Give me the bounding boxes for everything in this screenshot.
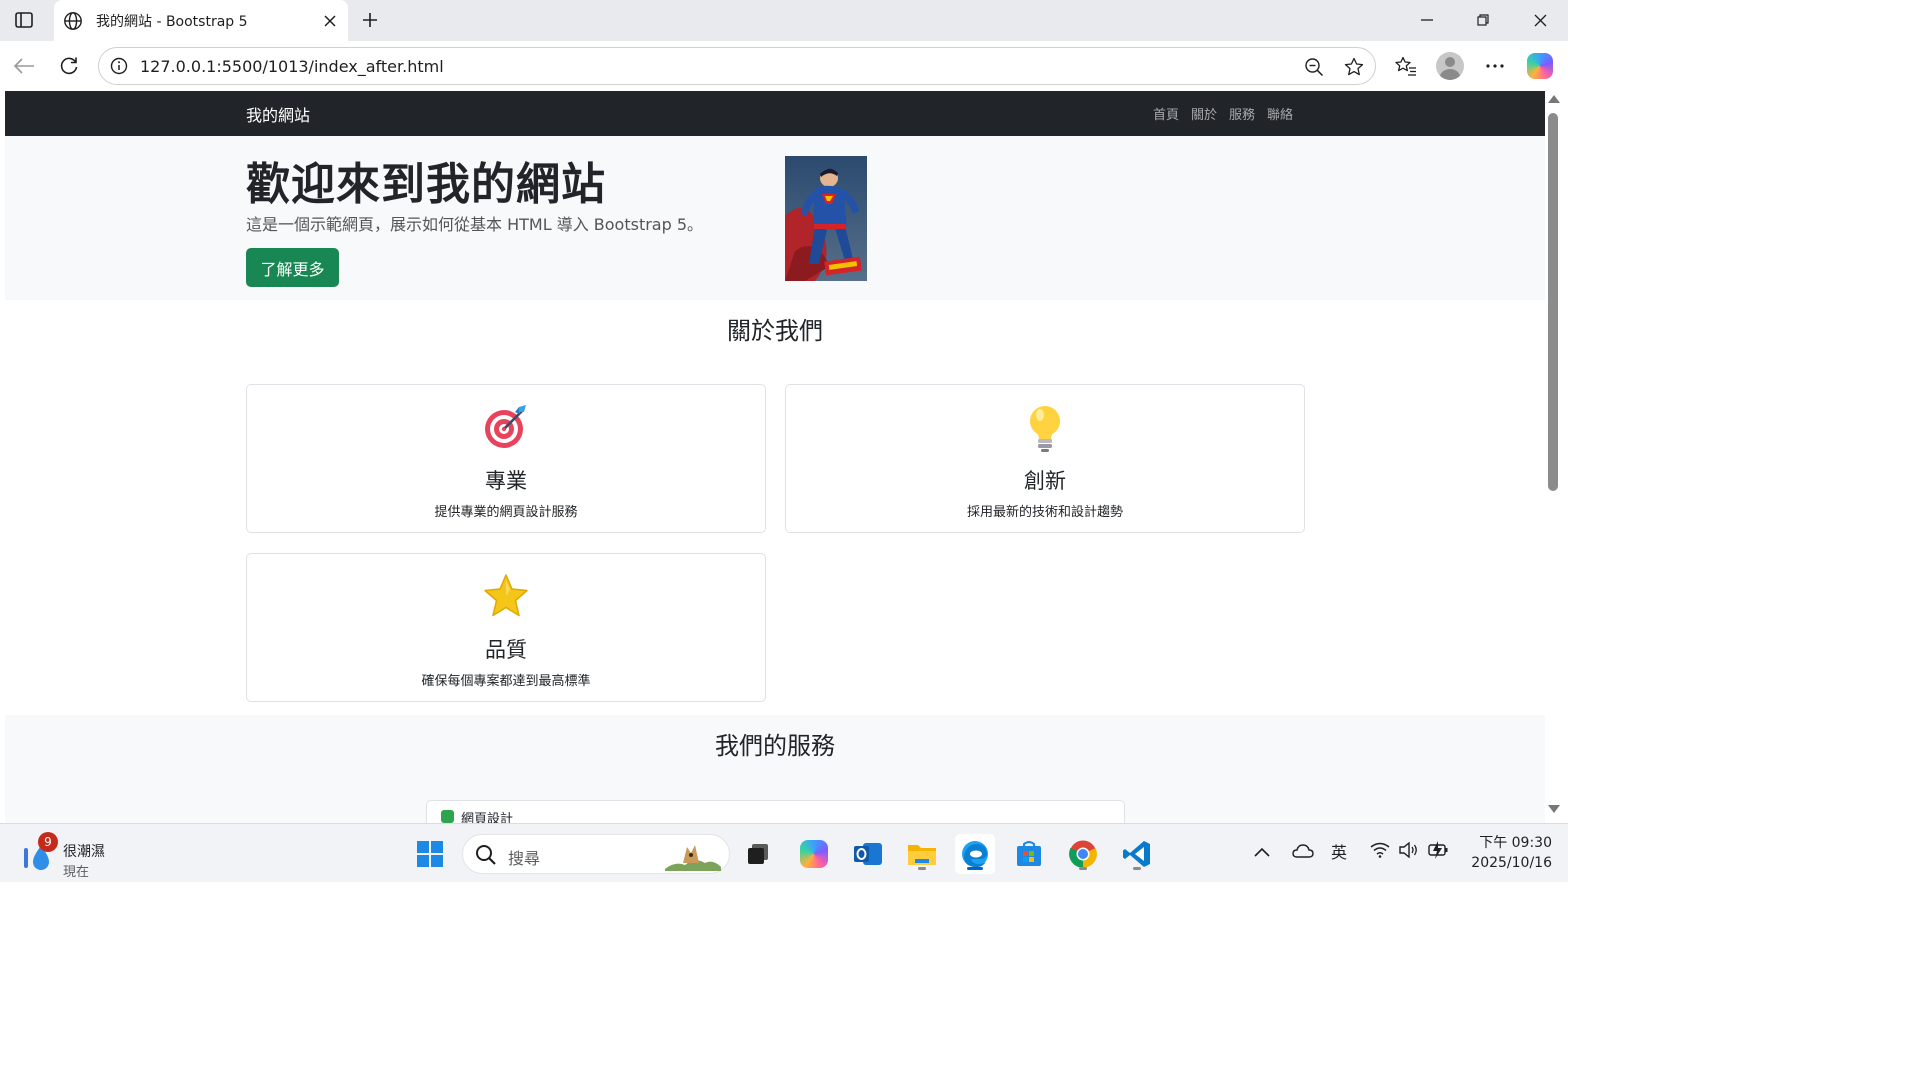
minimize-icon[interactable]: [1407, 6, 1447, 34]
address-bar: 127.0.0.1:5500/1013/index_after.html: [0, 41, 1568, 91]
lightbulb-icon: [786, 403, 1304, 453]
task-view-icon[interactable]: [738, 834, 778, 874]
card-text: 確保每個專案都達到最高標準: [421, 674, 591, 689]
clock-date: 2025/10/16: [1471, 855, 1552, 871]
checkmark-icon: [441, 810, 454, 823]
feature-card-quality: 品質 確保每個專案都達到最高標準: [246, 553, 766, 702]
outlook-icon[interactable]: [848, 834, 888, 874]
search-icon: [475, 844, 497, 870]
file-explorer-icon[interactable]: [902, 834, 942, 874]
back-icon[interactable]: [9, 51, 39, 81]
store-icon[interactable]: [1009, 834, 1049, 874]
zoom-out-icon[interactable]: [1303, 56, 1325, 78]
nav-links: 首頁 關於 服務 聯絡: [1153, 104, 1293, 123]
target-icon: [247, 403, 765, 451]
wifi-icon[interactable]: [1370, 842, 1390, 862]
site-brand[interactable]: 我的網站: [246, 102, 310, 126]
vscode-icon[interactable]: [1117, 834, 1157, 874]
weather-badge: 9: [38, 832, 58, 852]
system-clock[interactable]: 下午 09:30 2025/10/16: [1462, 833, 1552, 873]
url-text[interactable]: 127.0.0.1:5500/1013/index_after.html: [140, 57, 444, 76]
card-title: 品質: [485, 638, 527, 662]
hero-title: 歡迎來到我的網站: [246, 159, 606, 210]
nav-link-home[interactable]: 首頁: [1153, 104, 1179, 123]
page-scrollbar[interactable]: [1545, 91, 1563, 823]
tab-title: 我的網站 - Bootstrap 5: [96, 13, 248, 30]
superhero-image: [785, 156, 867, 281]
services-list: 網頁設計: [426, 800, 1125, 823]
taskbar-search[interactable]: 搜尋: [462, 834, 730, 874]
favorites-icon[interactable]: [1391, 51, 1421, 81]
weather-status: 很潮濕: [63, 844, 105, 860]
ime-indicator[interactable]: 英: [1331, 839, 1347, 863]
more-options-icon[interactable]: [1480, 51, 1510, 81]
browser-tab-bar: 我的網站 - Bootstrap 5: [0, 0, 1568, 41]
globe-icon: [62, 10, 84, 32]
services-section: 我們的服務 網頁設計: [5, 715, 1545, 823]
start-icon[interactable]: [410, 834, 450, 874]
feature-card-professional: 專業 提供專業的網頁設計服務: [246, 384, 766, 533]
volume-icon[interactable]: [1399, 841, 1419, 862]
favorite-star-icon[interactable]: [1343, 56, 1365, 78]
hero-section: 歡迎來到我的網站 這是一個示範網頁，展示如何從基本 HTML 導入 Bootst…: [5, 136, 1545, 300]
nav-link-contact[interactable]: 聯絡: [1267, 104, 1293, 123]
learn-more-button[interactable]: 了解更多: [246, 248, 339, 287]
tab-actions-icon[interactable]: [10, 8, 38, 32]
onedrive-icon[interactable]: [1292, 843, 1314, 862]
card-title: 專業: [485, 469, 527, 493]
url-bar[interactable]: 127.0.0.1:5500/1013/index_after.html: [98, 47, 1376, 85]
card-text: 提供專業的網頁設計服務: [434, 505, 578, 520]
close-tab-icon[interactable]: [318, 9, 342, 33]
restore-icon[interactable]: [1463, 6, 1503, 34]
scroll-down-icon[interactable]: [1548, 805, 1560, 813]
scroll-up-icon[interactable]: [1548, 95, 1560, 103]
show-hidden-icons-icon[interactable]: [1254, 842, 1270, 861]
scrollbar-thumb[interactable]: [1548, 113, 1558, 491]
page-viewport: 我的網站 首頁 關於 服務 聯絡 歡迎來到我的網站 這是一個示範網頁，展示如何從…: [5, 91, 1545, 823]
copilot-icon[interactable]: [1525, 51, 1555, 81]
list-item: 網頁設計: [461, 812, 514, 823]
new-tab-icon[interactable]: [356, 6, 384, 34]
battery-charging-icon[interactable]: [1428, 841, 1450, 863]
chrome-icon[interactable]: [1063, 834, 1103, 874]
star-icon: [247, 572, 765, 620]
refresh-icon[interactable]: [54, 51, 84, 81]
hero-lead: 這是一個示範網頁，展示如何從基本 HTML 導入 Bootstrap 5。: [246, 215, 704, 234]
feature-card-innovation: 創新 採用最新的技術和設計趨勢: [785, 384, 1305, 533]
browser-tab[interactable]: 我的網站 - Bootstrap 5: [54, 0, 348, 41]
weather-time: 現在: [63, 865, 90, 880]
weather-widget[interactable]: 9 很潮濕 現在: [20, 832, 140, 880]
nav-link-services[interactable]: 服務: [1229, 104, 1255, 123]
about-section-title: 關於我們: [727, 317, 823, 345]
windows-taskbar: 9 很潮濕 現在 搜尋 英 下午 09:30 2025/10/16: [0, 823, 1568, 882]
clock-time: 下午 09:30: [1479, 835, 1552, 851]
edge-icon[interactable]: [955, 834, 995, 874]
search-highlight-image: [665, 839, 721, 871]
window-close-icon[interactable]: [1520, 6, 1560, 34]
info-icon[interactable]: [109, 56, 129, 76]
site-navbar: 我的網站 首頁 關於 服務 聯絡: [5, 91, 1545, 136]
card-text: 採用最新的技術和設計趨勢: [966, 505, 1123, 520]
copilot-app-icon[interactable]: [794, 834, 834, 874]
nav-link-about[interactable]: 關於: [1191, 104, 1217, 123]
profile-avatar[interactable]: [1435, 51, 1465, 81]
services-section-title: 我們的服務: [715, 732, 835, 760]
search-placeholder: 搜尋: [508, 849, 541, 868]
card-title: 創新: [1024, 469, 1066, 493]
